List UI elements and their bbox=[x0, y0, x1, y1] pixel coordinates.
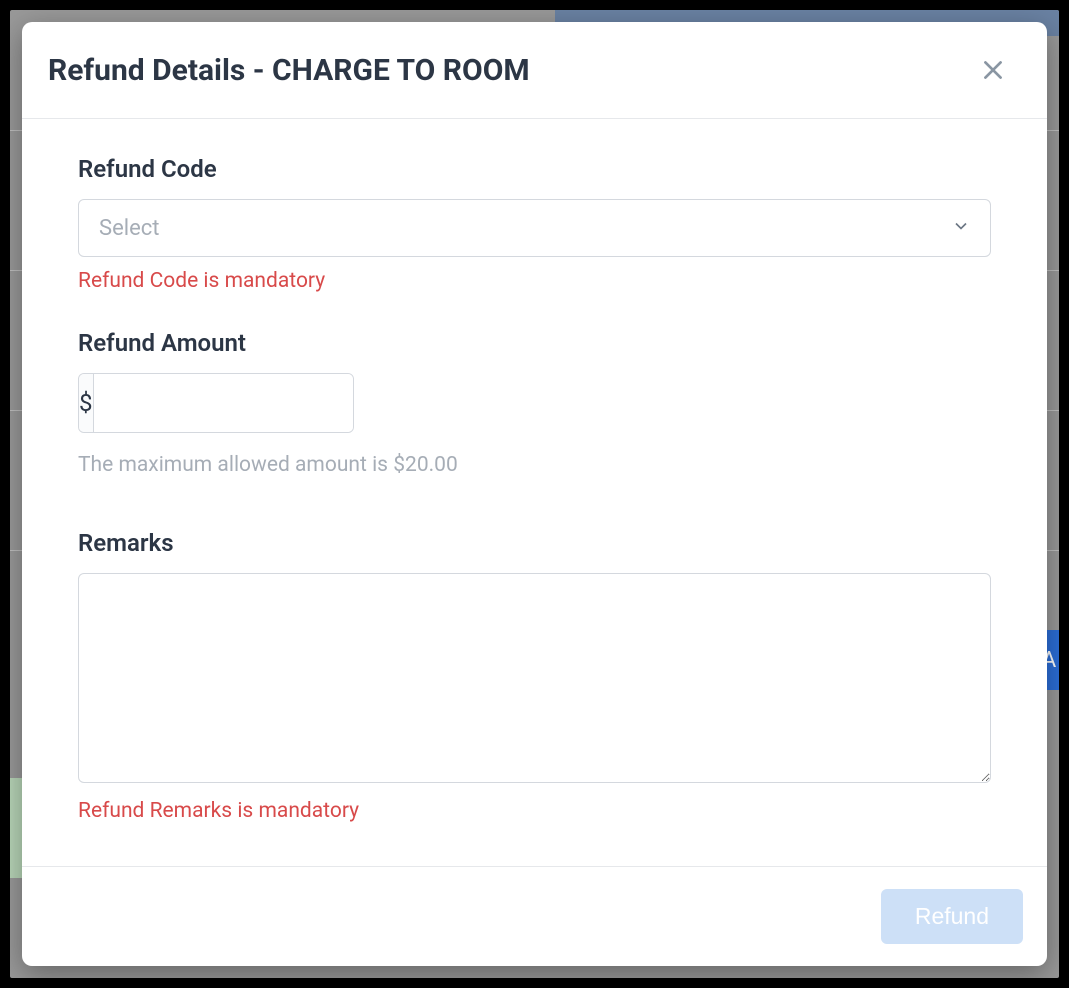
refund-amount-input[interactable] bbox=[94, 374, 355, 432]
refund-amount-helper: The maximum allowed amount is $20.00 bbox=[78, 453, 991, 477]
modal-header: Refund Details - CHARGE TO ROOM bbox=[22, 22, 1047, 119]
refund-code-placeholder: Select bbox=[99, 216, 159, 241]
refund-code-select[interactable]: Select bbox=[78, 199, 991, 257]
close-icon bbox=[980, 57, 1006, 83]
remarks-group: Remarks Refund Remarks is mandatory bbox=[78, 529, 991, 823]
close-button[interactable] bbox=[973, 50, 1013, 90]
modal-body: Refund Code Select Refund Code is mandat… bbox=[22, 119, 1047, 866]
refund-code-error: Refund Code is mandatory bbox=[78, 269, 991, 293]
remarks-error: Refund Remarks is mandatory bbox=[78, 799, 991, 823]
refund-code-group: Refund Code Select Refund Code is mandat… bbox=[78, 155, 991, 293]
modal-footer: Refund bbox=[22, 866, 1047, 966]
refund-code-label: Refund Code bbox=[78, 155, 991, 183]
refund-details-modal: Refund Details - CHARGE TO ROOM Refund C… bbox=[22, 22, 1047, 966]
currency-symbol: $ bbox=[79, 374, 94, 432]
refund-button[interactable]: Refund bbox=[881, 889, 1023, 944]
refund-amount-row: $ bbox=[78, 373, 354, 433]
screenshot-frame: A Refund Details - CHARGE TO ROOM Refund… bbox=[0, 0, 1069, 988]
refund-code-select-wrap: Select bbox=[78, 199, 991, 257]
remarks-label: Remarks bbox=[78, 529, 991, 557]
refund-amount-label: Refund Amount bbox=[78, 329, 991, 357]
modal-title: Refund Details - CHARGE TO ROOM bbox=[48, 53, 530, 88]
refund-amount-group: Refund Amount $ The maximum allowed amou… bbox=[78, 329, 991, 477]
remarks-textarea[interactable] bbox=[78, 573, 991, 783]
